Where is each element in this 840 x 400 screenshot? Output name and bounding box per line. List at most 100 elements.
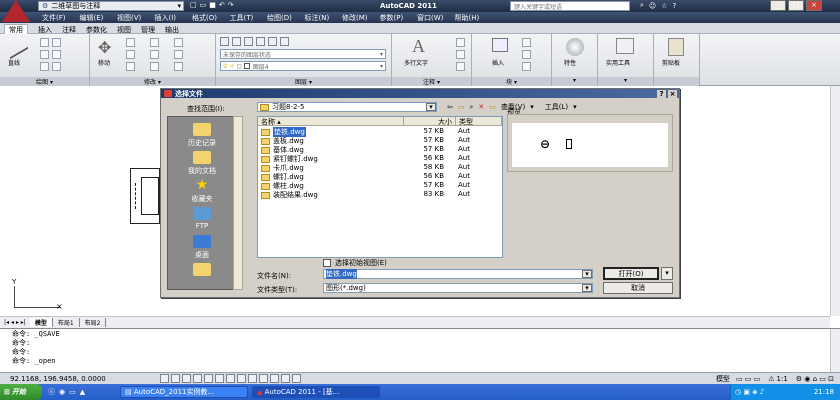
column-type[interactable]: 类型 (456, 117, 502, 126)
snap-toggle[interactable] (160, 374, 169, 383)
up-folder-icon[interactable]: ▭ (458, 103, 465, 111)
layer-off-icon[interactable] (232, 37, 241, 46)
chevron-down-icon[interactable]: ▾ (582, 284, 592, 292)
help-icon[interactable]: ? (657, 89, 666, 98)
file-row[interactable]: 基体.dwg 57 KB Aut (258, 145, 502, 154)
layer-freeze-icon[interactable] (256, 37, 265, 46)
clipboard-icon[interactable] (668, 38, 684, 56)
file-row[interactable]: 螺钉.dwg 56 KB Aut (258, 172, 502, 181)
ortho-toggle[interactable] (182, 374, 191, 383)
layout-icons[interactable]: ▭ ▭ ▭ (736, 375, 760, 383)
layer-select[interactable]: ♀ ☼ ◻ 图层4 ▾ (220, 61, 386, 71)
close-button[interactable]: × (806, 0, 822, 11)
menu-item[interactable]: 格式(O) (192, 13, 230, 23)
open-icon[interactable]: ▭ (200, 1, 207, 9)
arc-icon[interactable] (40, 50, 49, 59)
properties-label[interactable]: 特性 (564, 58, 576, 67)
help-icon[interactable]: ? (673, 2, 677, 10)
utilities-icon[interactable] (616, 38, 634, 54)
chevron-down-icon[interactable]: ▾ (582, 270, 592, 278)
lookin-select[interactable]: 习题8-2-5 ▾ (257, 102, 437, 112)
search-input[interactable]: 键入关键字或短语 (510, 1, 630, 11)
layout-tab[interactable]: 布局1 (53, 318, 80, 327)
chevron-down-icon[interactable]: ▾ (426, 103, 436, 111)
new-icon[interactable]: □ (190, 1, 197, 9)
file-row[interactable]: 垫铁.dwg 57 KB Aut (258, 127, 502, 137)
save-icon[interactable]: ■ (209, 1, 216, 9)
mtext-label[interactable]: 多行文字 (404, 58, 428, 67)
tray-icons[interactable]: ◷ ▣ ◈ ♪ (735, 388, 764, 396)
taskbar-item-autocad[interactable]: ▲ AutoCAD 2011 - [基... (252, 386, 380, 398)
panel-clipboard-label[interactable] (654, 77, 700, 86)
file-row[interactable]: 螺柱.dwg 57 KB Aut (258, 181, 502, 190)
minimize-button[interactable]: _ (770, 0, 786, 11)
file-row[interactable]: 装配结果.dwg 83 KB Aut (258, 190, 502, 199)
workspace-select[interactable]: ⚙ 二维草图与注释 ▾ (38, 1, 184, 11)
tpy-toggle[interactable] (270, 374, 279, 383)
hatch-icon[interactable] (40, 62, 49, 71)
menu-item[interactable]: 标注(N) (305, 13, 343, 23)
file-row[interactable]: 盖板.dwg 57 KB Aut (258, 136, 502, 145)
menu-item[interactable]: 视图(V) (117, 13, 155, 23)
layer-isolate-icon[interactable] (244, 37, 253, 46)
open-button[interactable]: 打开(O) (603, 267, 659, 280)
3dosnap-toggle[interactable] (215, 374, 224, 383)
line-tool-icon[interactable] (10, 32, 28, 60)
cancel-button[interactable]: 取消 (603, 282, 673, 294)
utilities-label[interactable]: 实用工具 (606, 58, 630, 67)
open-options-icon[interactable]: ▾ (661, 267, 673, 280)
place-favorites[interactable]: ★ 收藏夹 (172, 178, 232, 204)
undo-icon[interactable]: ↶ (219, 1, 225, 9)
erase-icon[interactable] (174, 38, 183, 47)
circle-icon[interactable] (52, 38, 61, 47)
panel-layers-label[interactable]: 图层 ▾ (216, 77, 392, 86)
taskbar-item-word[interactable]: ▤ AutoCAD_2011实例教... (120, 386, 248, 398)
menu-item[interactable]: 绘图(D) (267, 13, 305, 23)
filetype-select[interactable]: 图形(*.dwg) ▾ (323, 283, 593, 293)
model-space-button[interactable]: 模型 (716, 374, 730, 384)
file-row[interactable]: 紧钉螺钉.dwg 56 KB Aut (258, 154, 502, 163)
ellipse-icon[interactable] (52, 62, 61, 71)
grid-toggle[interactable] (171, 374, 180, 383)
initial-view-checkbox[interactable]: 选择初始视图(E) (323, 258, 387, 268)
layer-match-icon[interactable] (280, 37, 289, 46)
search-icon[interactable]: ⌕ (640, 1, 644, 10)
place-desktop[interactable]: 桌面 (172, 235, 232, 260)
properties-icon[interactable] (566, 38, 584, 56)
dialog-close-icon[interactable]: × (668, 89, 677, 98)
folder-icon[interactable]: ▭ (69, 388, 76, 396)
redo-icon[interactable]: ↷ (228, 1, 234, 9)
menu-item[interactable]: 工具(T) (230, 13, 268, 23)
panel-annotation-label[interactable]: 注释 ▾ (392, 77, 472, 86)
rotate-icon[interactable] (126, 38, 135, 47)
media-icon[interactable]: ◉ (59, 388, 65, 396)
table-icon[interactable] (456, 62, 465, 71)
column-name[interactable]: 名称 ▴ (258, 117, 404, 126)
qp-toggle[interactable] (281, 374, 290, 383)
rectangle-icon[interactable] (52, 50, 61, 59)
dyn-toggle[interactable] (248, 374, 257, 383)
panel-block-label[interactable]: 块 ▾ (472, 77, 552, 86)
otrack-toggle[interactable] (226, 374, 235, 383)
layer-properties-icon[interactable] (220, 37, 229, 46)
stretch-icon[interactable] (126, 62, 135, 71)
command-scrollbar[interactable] (830, 329, 840, 372)
mirror-icon[interactable] (150, 50, 159, 59)
insert-block-label[interactable]: 插入 (492, 58, 504, 67)
block-attribute-icon[interactable] (522, 62, 531, 71)
tab-nav-icons[interactable]: |◂ ◂ ▸ ▸| (4, 319, 26, 326)
place-ftp[interactable]: FTP (172, 207, 232, 230)
clipboard-label[interactable]: 剪贴板 (662, 58, 680, 67)
search-web-icon[interactable]: ⌕ (470, 103, 474, 112)
line-tool-label[interactable]: 直线 (8, 58, 20, 67)
star-icon[interactable]: ☆ (661, 2, 667, 10)
layer-lock-icon[interactable] (268, 37, 277, 46)
tools-menu[interactable]: 工具(L) (545, 102, 568, 112)
lwt-toggle[interactable] (259, 374, 268, 383)
status-tray-icons[interactable]: ⚙ ◉ ⌂ ▭ ⊡ (796, 375, 834, 383)
panel-utilities-label[interactable]: ▾ (598, 77, 654, 86)
place-buzzsaw[interactable] (172, 263, 232, 278)
edit-block-icon[interactable] (522, 50, 531, 59)
menu-item[interactable]: 修改(M) (342, 13, 380, 23)
menu-item[interactable]: 窗口(W) (417, 13, 455, 23)
